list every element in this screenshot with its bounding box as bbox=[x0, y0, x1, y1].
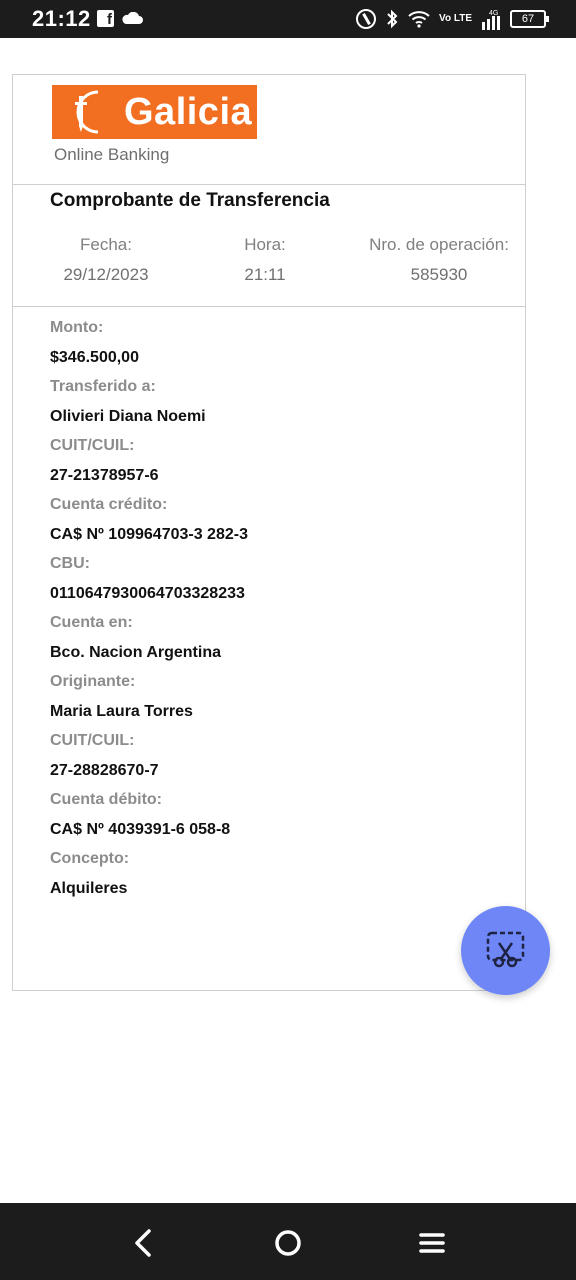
wifi-icon bbox=[408, 11, 430, 28]
operation-value: 585930 bbox=[410, 265, 468, 284]
screenshot-scissors-icon bbox=[486, 931, 525, 968]
menu-icon[interactable] bbox=[414, 1225, 450, 1261]
date-label: Fecha: bbox=[80, 235, 132, 254]
brand-name: Galicia bbox=[124, 91, 253, 133]
originator-cuit-value: 27-28828670-7 bbox=[50, 761, 159, 779]
status-bar: 21:12 f Vo LTE 4G 67 bbox=[0, 0, 576, 38]
logo-header: Galicia Online Banking bbox=[13, 75, 525, 185]
cloud-icon bbox=[122, 12, 143, 24]
bluetooth-icon bbox=[387, 9, 398, 29]
facebook-icon: f bbox=[97, 10, 114, 28]
receipt-title: Comprobante de Transferencia bbox=[50, 190, 330, 211]
amount-value: $346.500,00 bbox=[50, 348, 139, 366]
time-label: Hora: bbox=[244, 235, 286, 254]
network-gen: 4G bbox=[489, 10, 498, 17]
transfer-receipt: Galicia Online Banking Comprobante de Tr… bbox=[12, 74, 526, 991]
originator-label: Originante: bbox=[50, 673, 136, 690]
originator-value: Maria Laura Torres bbox=[50, 702, 193, 720]
back-icon[interactable] bbox=[126, 1225, 162, 1261]
date-block: Fecha: 29/12/2023 bbox=[56, 235, 156, 285]
date-value: 29/12/2023 bbox=[63, 265, 149, 284]
concept-label: Concepto: bbox=[50, 850, 130, 867]
home-icon[interactable] bbox=[270, 1225, 306, 1261]
brand-subtitle: Online Banking bbox=[54, 145, 170, 164]
galicia-emblem-icon bbox=[75, 90, 99, 134]
status-time: 21:12 bbox=[32, 6, 91, 31]
credit-account-value: CA$ Nº 109964703-3 282-3 bbox=[50, 525, 248, 543]
bank-value: Bco. Nacion Argentina bbox=[50, 643, 221, 661]
operation-label: Nro. de operación: bbox=[369, 235, 509, 254]
cbu-label: CBU: bbox=[50, 555, 90, 572]
bank-label: Cuenta en: bbox=[50, 614, 133, 631]
concept-value: Alquileres bbox=[50, 879, 128, 897]
originator-cuit-label: CUIT/CUIL: bbox=[50, 732, 135, 749]
amount-label: Monto: bbox=[50, 319, 104, 336]
time-block: Hora: 21:11 bbox=[235, 235, 295, 285]
navigation-bar bbox=[0, 1203, 576, 1280]
credit-account-label: Cuenta crédito: bbox=[50, 496, 168, 513]
transfer-details: Monto: $346.500,00 Transferido a: Olivie… bbox=[50, 317, 510, 907]
time-value: 21:11 bbox=[244, 265, 286, 284]
operation-block: Nro. de operación: 585930 bbox=[359, 235, 519, 285]
recipient-value: Olivieri Diana Noemi bbox=[50, 407, 206, 425]
signal-icon: 4G bbox=[482, 10, 500, 30]
recipient-label: Transferido a: bbox=[50, 378, 156, 395]
screenshot-button[interactable] bbox=[461, 906, 550, 995]
recipient-cuit-value: 27-21378957-6 bbox=[50, 466, 159, 484]
volte-label: Vo LTE bbox=[439, 13, 472, 24]
battery-icon: 67 bbox=[510, 10, 549, 28]
debit-account-value: CA$ Nº 4039391-6 058-8 bbox=[50, 820, 231, 838]
debit-account-label: Cuenta débito: bbox=[50, 791, 162, 808]
nfc-icon bbox=[356, 9, 377, 29]
cbu-value: 0110647930064703328233 bbox=[50, 584, 245, 602]
recipient-cuit-label: CUIT/CUIL: bbox=[50, 437, 135, 454]
galicia-logo: Galicia bbox=[52, 85, 257, 139]
divider bbox=[13, 306, 525, 307]
